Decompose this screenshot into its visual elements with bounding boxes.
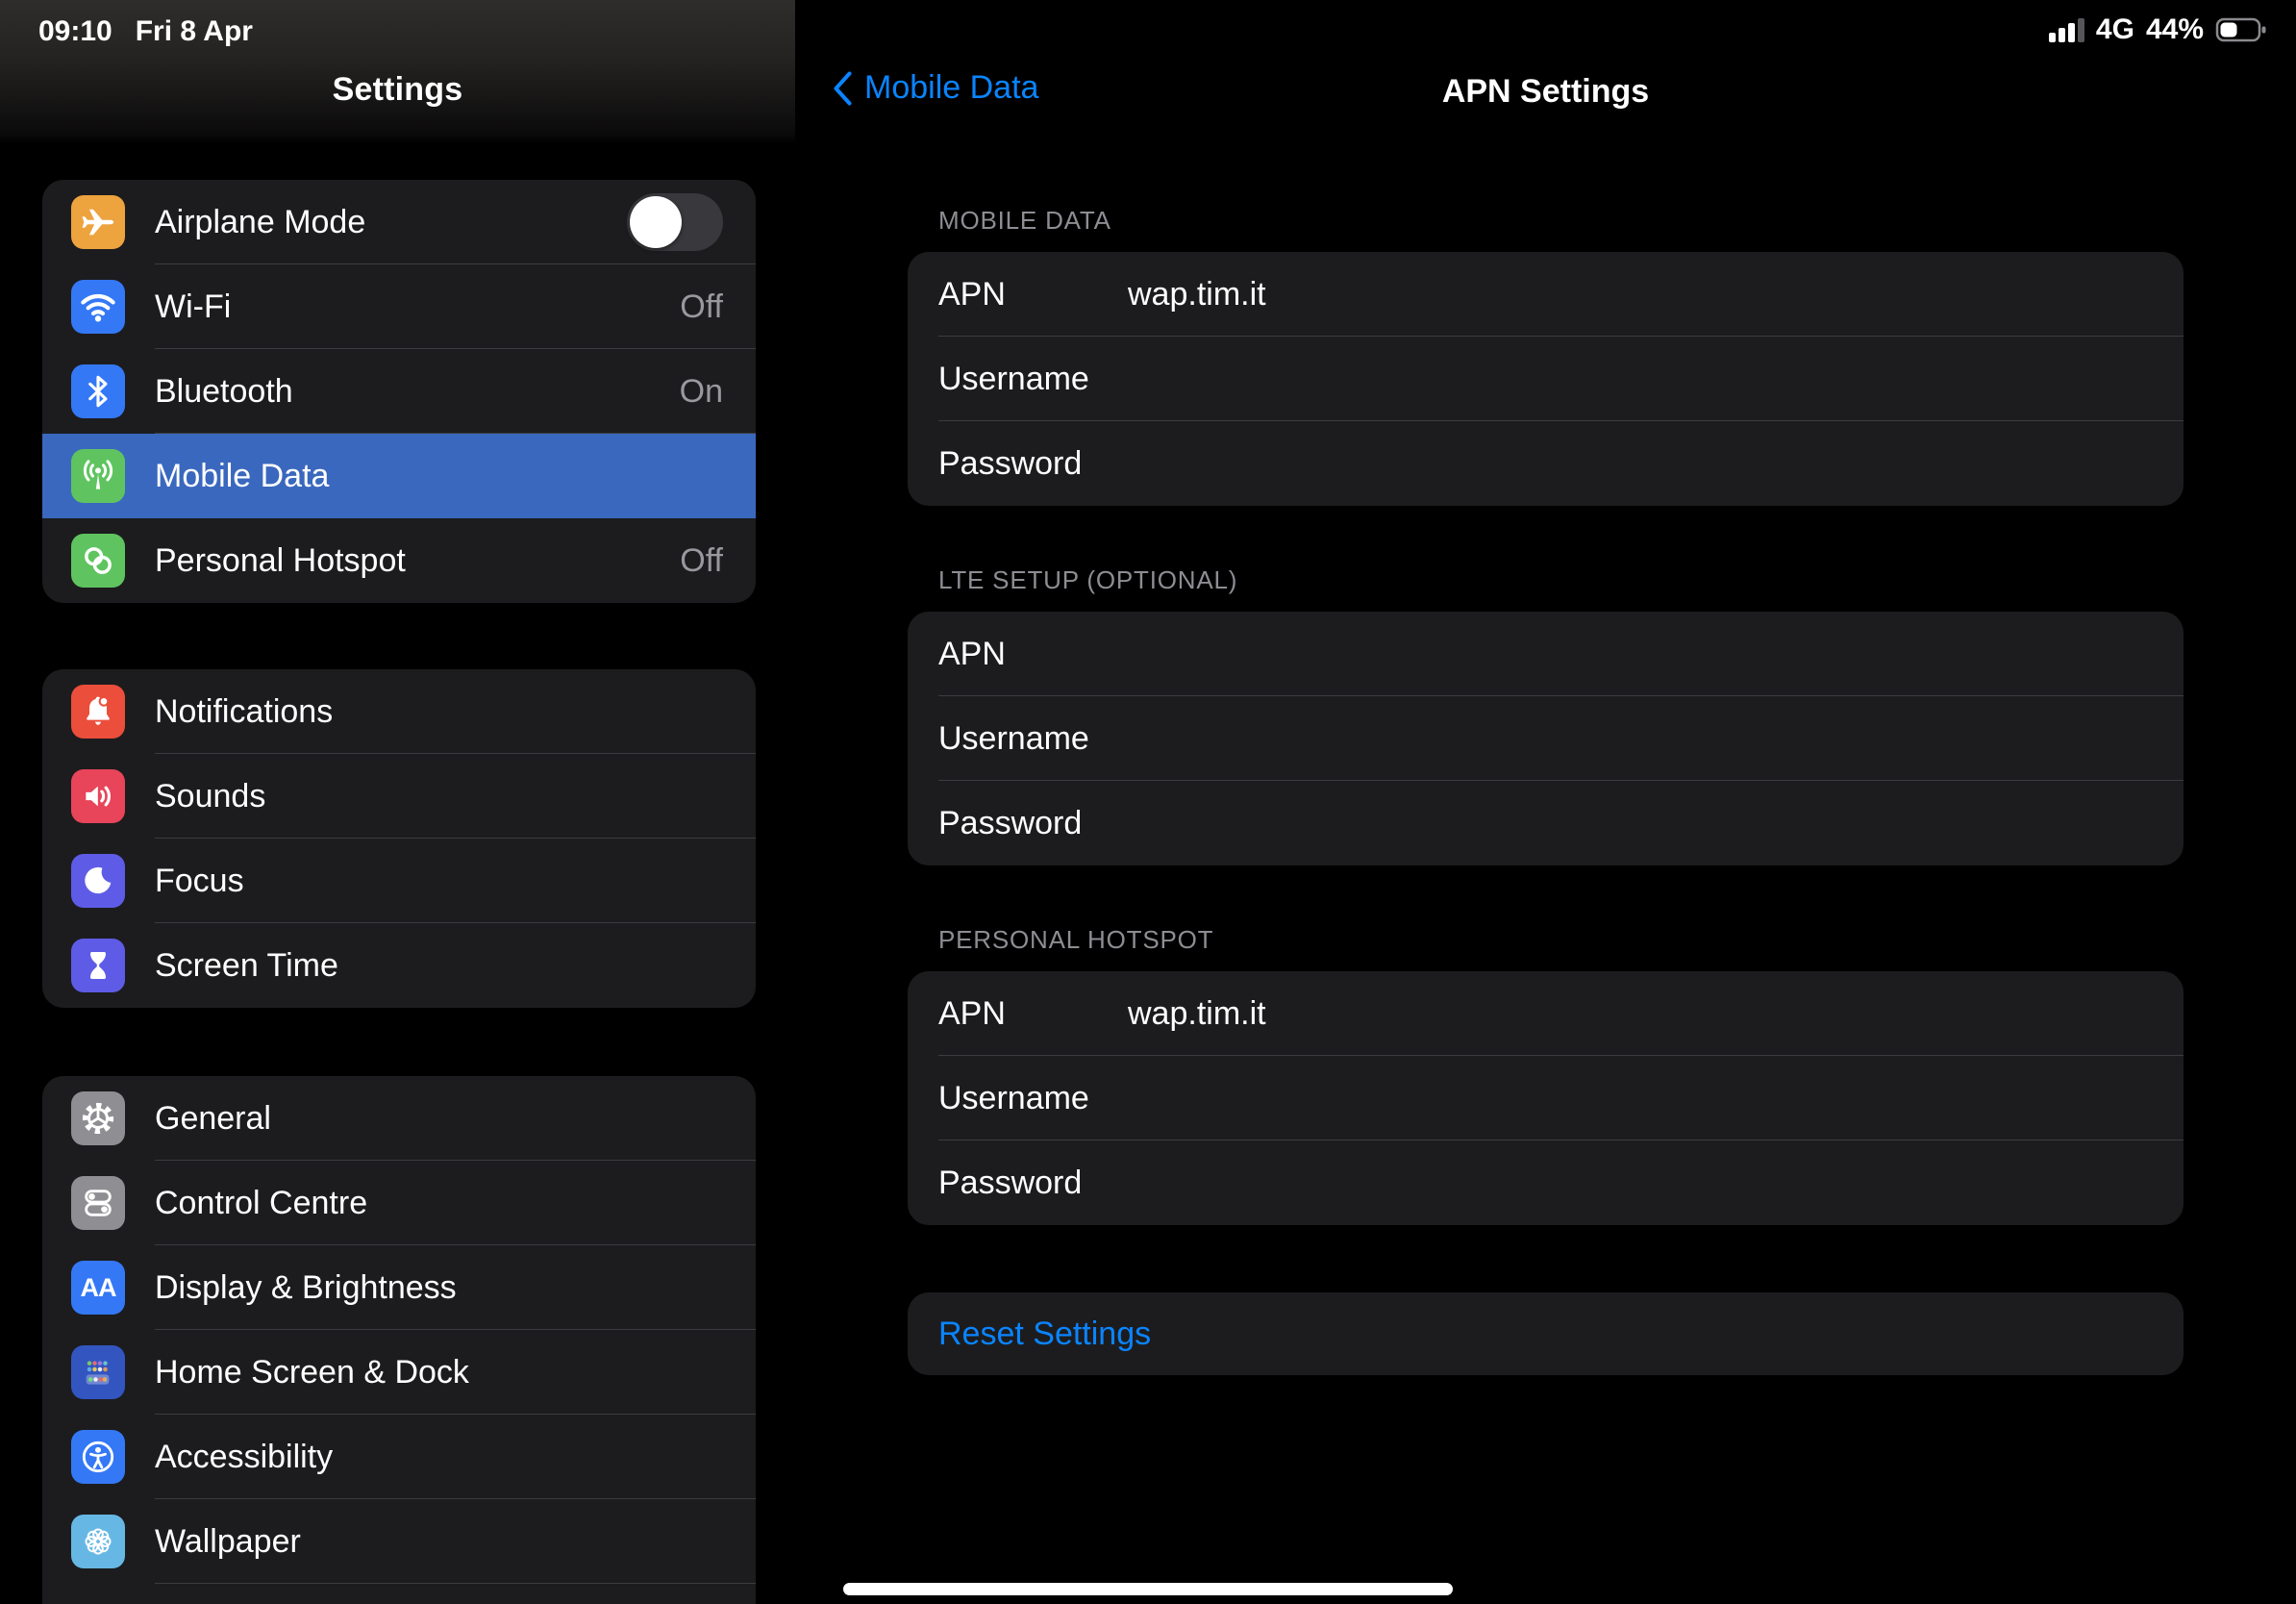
notifications-bell-icon [71,685,125,739]
apn-field-row[interactable]: APN [908,612,2184,696]
reset-settings-label: Reset Settings [938,1315,1152,1352]
sidebar-title: Settings [332,71,463,108]
wallpaper-flower-icon [71,1515,125,1568]
sidebar-item-notifications[interactable]: Notifications [42,669,756,754]
sidebar-item-home-screen-dock[interactable]: Home Screen & Dock [42,1330,756,1415]
sidebar-item-label: Home Screen & Dock [155,1353,469,1391]
mobile-data-section: APN wap.tim.it Username Password [908,252,2184,506]
control-centre-icon [71,1176,125,1230]
sidebar-item-label: Bluetooth [155,372,293,410]
apn-field-row[interactable]: APN wap.tim.it [908,252,2184,337]
battery-percent-label: 44% [2145,13,2204,45]
airplane-mode-toggle[interactable] [627,193,723,251]
bluetooth-icon [71,364,125,418]
accessibility-icon [71,1430,125,1484]
sidebar-item-general[interactable]: General [42,1076,756,1161]
page-title: APN Settings [1441,73,1650,110]
sidebar-item-bluetooth[interactable]: Bluetooth On [42,349,756,434]
password-field-row[interactable]: Password [908,421,2184,506]
sidebar-item-label: Screen Time [155,946,338,984]
hotspot-status-value: Off [680,541,723,579]
sidebar-item-sounds[interactable]: Sounds [42,754,756,839]
password-field-row[interactable]: Password [908,1140,2184,1225]
sidebar-item-mobile-data[interactable]: Mobile Data [42,434,756,518]
sidebar-item-label: Wi-Fi [155,288,232,325]
wifi-icon [71,280,125,334]
home-indicator[interactable] [843,1583,1453,1595]
settings-sidebar: Settings Airplane Mode Wi-Fi Off Bluetoo… [0,0,795,1604]
toggle-knob [630,196,682,248]
apn-input[interactable]: wap.tim.it [1128,276,2153,313]
sidebar-item-label: General [155,1099,271,1137]
bluetooth-status-value: On [679,372,723,410]
sidebar-group-connectivity: Airplane Mode Wi-Fi Off Bluetooth On Mob… [42,180,756,603]
sidebar-item-focus[interactable]: Focus [42,839,756,923]
personal-hotspot-icon [71,534,125,588]
sidebar-item-wifi[interactable]: Wi-Fi Off [42,264,756,349]
apn-field-row[interactable]: APN wap.tim.it [908,971,2184,1056]
general-gear-icon [71,1091,125,1145]
reset-settings-button[interactable]: Reset Settings [908,1292,2184,1375]
sidebar-item-label: Display & Brightness [155,1268,457,1306]
sidebar-item-control-centre[interactable]: Control Centre [42,1161,756,1245]
network-type-label: 4G [2095,13,2134,45]
sidebar-item-label: Control Centre [155,1184,368,1221]
display-brightness-icon: AA [71,1261,125,1315]
password-field-row[interactable]: Password [908,781,2184,865]
sidebar-item-label: Accessibility [155,1438,334,1475]
section-header-personal-hotspot: PERSONAL HOTSPOT [938,925,1214,954]
username-field-row[interactable]: Username [908,696,2184,781]
field-label: Username [938,719,1089,757]
sidebar-item-airplane-mode[interactable]: Airplane Mode [42,180,756,264]
field-label: Password [938,1164,1083,1201]
field-label: APN [938,994,1006,1032]
sidebar-item-label: Focus [155,862,244,899]
field-label: APN [938,635,1006,672]
field-label: APN [938,275,1006,313]
sidebar-item-personal-hotspot[interactable]: Personal Hotspot Off [42,518,756,603]
status-time: 09:10 [38,15,112,47]
sidebar-item-display-brightness[interactable]: AA Display & Brightness [42,1245,756,1330]
sidebar-item-label: Airplane Mode [155,203,366,240]
sidebar-item-label: Sounds [155,777,266,815]
field-label: Password [938,444,1083,482]
status-bar-right: 4G 44% [2048,13,2269,46]
status-bar-left: 09:10 Fri 8 Apr [38,15,253,48]
sounds-speaker-icon [71,769,125,823]
status-date: Fri 8 Apr [135,15,253,47]
username-field-row[interactable]: Username [908,337,2184,421]
sidebar-item-partial [42,1584,756,1604]
field-label: Username [938,360,1089,397]
screen-time-hourglass-icon [71,939,125,992]
apn-input[interactable]: wap.tim.it [1128,995,2153,1033]
lte-setup-section: APN Username Password [908,612,2184,865]
ipad-settings-screen: 09:10 Fri 8 Apr 4G 44% Settings Airplane… [0,0,2296,1604]
battery-icon [2215,16,2269,43]
sidebar-item-label: Notifications [155,692,334,730]
personal-hotspot-section: APN wap.tim.it Username Password [908,971,2184,1225]
cellular-signal-icon [2048,17,2084,42]
sidebar-item-accessibility[interactable]: Accessibility [42,1415,756,1499]
section-header-lte-setup: LTE SETUP (OPTIONAL) [938,565,1238,594]
airplane-icon [71,195,125,249]
sidebar-item-label: Personal Hotspot [155,541,406,579]
sidebar-group-general: General Control Centre AA Display & Brig… [42,1076,756,1604]
field-label: Username [938,1079,1089,1116]
sidebar-item-label: Mobile Data [155,457,330,494]
focus-moon-icon [71,854,125,908]
sidebar-item-label: Wallpaper [155,1522,301,1560]
wifi-status-value: Off [680,288,723,325]
sidebar-group-notifications: Notifications Sounds Focus Screen Time [42,669,756,1008]
section-header-mobile-data: MOBILE DATA [938,206,1111,235]
home-screen-dock-icon [71,1345,125,1399]
sidebar-item-wallpaper[interactable]: Wallpaper [42,1499,756,1584]
sidebar-item-screen-time[interactable]: Screen Time [42,923,756,1008]
apn-settings-pane: Mobile Data APN Settings MOBILE DATA APN… [795,0,2296,1604]
username-field-row[interactable]: Username [908,1056,2184,1140]
mobile-data-icon [71,449,125,503]
field-label: Password [938,804,1083,841]
